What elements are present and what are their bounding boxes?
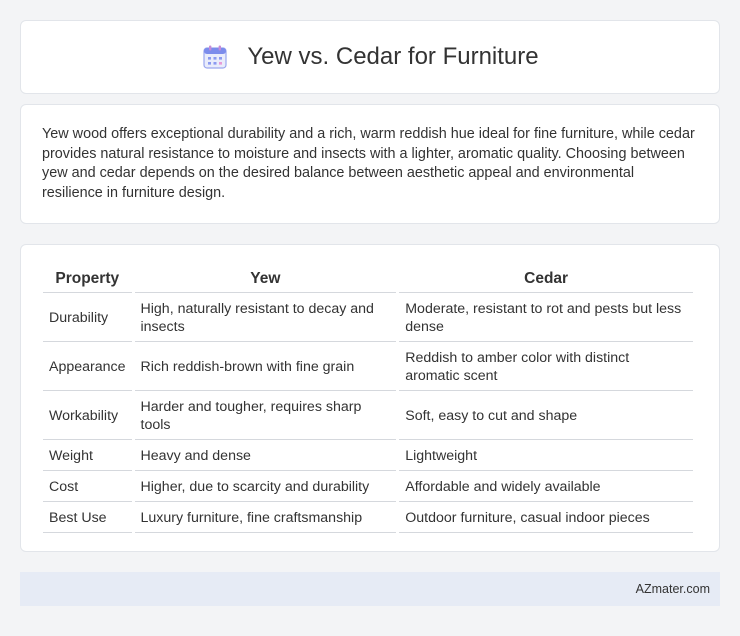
- cell-cedar: Reddish to amber color with distinct aro…: [399, 343, 693, 391]
- page-title: Yew vs. Cedar for Furniture: [247, 43, 539, 70]
- cell-cedar: Outdoor furniture, casual indoor pieces: [399, 503, 693, 533]
- comparison-table: Property Yew Cedar Durability High, natu…: [40, 265, 696, 534]
- table-header-row: Property Yew Cedar: [43, 266, 693, 293]
- cell-property: Workability: [43, 392, 132, 440]
- cell-property: Appearance: [43, 343, 132, 391]
- cell-cedar: Soft, easy to cut and shape: [399, 392, 693, 440]
- footer-bar: AZmater.com: [20, 572, 720, 606]
- table-row: Cost Higher, due to scarcity and durabil…: [43, 472, 693, 502]
- cell-yew: Luxury furniture, fine craftsmanship: [134, 503, 397, 533]
- cell-yew: Rich reddish-brown with fine grain: [134, 343, 397, 391]
- table-row: Workability Harder and tougher, requires…: [43, 392, 693, 440]
- header-cedar: Cedar: [399, 266, 693, 293]
- header-property: Property: [43, 266, 132, 293]
- cell-property: Best Use: [43, 503, 132, 533]
- cell-property: Durability: [43, 294, 132, 342]
- header-yew: Yew: [134, 266, 397, 293]
- cell-cedar: Lightweight: [399, 441, 693, 471]
- cell-cedar: Moderate, resistant to rot and pests but…: [399, 294, 693, 342]
- intro-paragraph: Yew wood offers exceptional durability a…: [42, 126, 695, 201]
- footer-site-name: AZmater.com: [635, 582, 710, 596]
- title-wrap: Yew vs. Cedar for Furniture: [201, 43, 539, 71]
- cell-yew: Harder and tougher, requires sharp tools: [134, 392, 397, 440]
- cell-cedar: Affordable and widely available: [399, 472, 693, 502]
- table-row: Best Use Luxury furniture, fine craftsma…: [43, 503, 693, 533]
- cell-property: Weight: [43, 441, 132, 471]
- cell-yew: High, naturally resistant to decay and i…: [134, 294, 397, 342]
- cell-yew: Heavy and dense: [134, 441, 397, 471]
- cell-yew: Higher, due to scarcity and durability: [134, 472, 397, 502]
- table-row: Weight Heavy and dense Lightweight: [43, 441, 693, 471]
- calendar-icon: [201, 43, 229, 71]
- table-row: Appearance Rich reddish-brown with fine …: [43, 343, 693, 391]
- table-row: Durability High, naturally resistant to …: [43, 294, 693, 342]
- intro-card: Yew wood offers exceptional durability a…: [20, 104, 720, 224]
- cell-property: Cost: [43, 472, 132, 502]
- title-card: Yew vs. Cedar for Furniture: [20, 20, 720, 94]
- comparison-card: Property Yew Cedar Durability High, natu…: [20, 244, 720, 552]
